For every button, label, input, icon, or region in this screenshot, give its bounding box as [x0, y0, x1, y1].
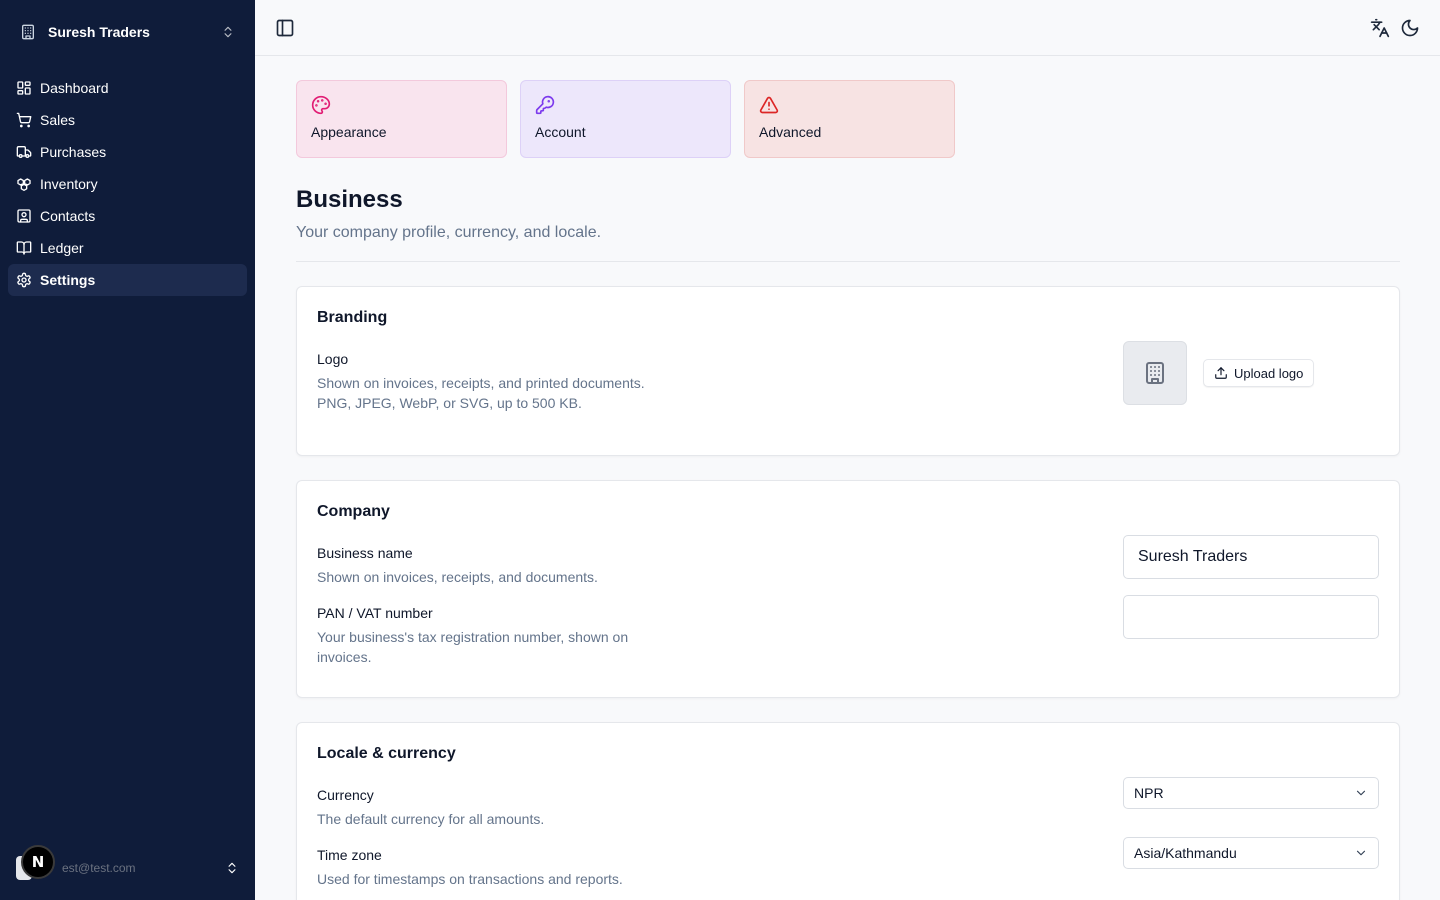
sidebar: Suresh Traders Dashboard Sales Purchases…: [0, 0, 255, 900]
building-icon: [1143, 361, 1167, 385]
field-label: Business name: [317, 545, 413, 561]
field-label: Logo: [317, 351, 349, 367]
truck-icon: [16, 144, 32, 160]
user-email: est@test.com: [62, 861, 136, 875]
main-content: Appearance Account Advanced Business You…: [296, 80, 1400, 900]
timezone-row: Time zone Used for timestamps on transac…: [317, 837, 1379, 889]
section-heading: Company: [317, 503, 390, 520]
upload-logo-button[interactable]: Upload logo: [1203, 359, 1315, 387]
business-name-input[interactable]: [1123, 535, 1379, 579]
currency-select[interactable]: NPR: [1123, 777, 1379, 809]
field-description: The default currency for all amounts.: [317, 811, 545, 827]
divider: [296, 261, 1400, 262]
sidebar-item-label: Ledger: [40, 240, 84, 256]
sidebar-item-label: Dashboard: [40, 80, 109, 96]
sidebar-item-contacts[interactable]: Contacts: [8, 200, 247, 232]
sidebar-item-settings[interactable]: Settings: [8, 264, 247, 296]
org-switcher[interactable]: Suresh Traders: [8, 12, 247, 52]
cart-icon: [16, 112, 32, 128]
chevrons-up-down-icon: [225, 861, 239, 875]
sidebar-item-sales[interactable]: Sales: [8, 104, 247, 136]
dashboard-icon: [16, 80, 32, 96]
sidebar-item-label: Settings: [40, 272, 96, 288]
timezone-value: Asia/Kathmandu: [1134, 845, 1237, 861]
field-description: Shown on invoices, receipts, and printed…: [317, 375, 645, 411]
moon-icon[interactable]: [1400, 18, 1420, 38]
sidebar-item-label: Inventory: [40, 176, 98, 192]
field-label: Currency: [317, 787, 374, 803]
sidebar-item-label: Purchases: [40, 144, 107, 160]
tab-label: Advanced: [759, 124, 822, 140]
chevron-down-icon: [1354, 846, 1368, 860]
chevrons-up-down-icon: [221, 25, 235, 39]
warning-icon: [759, 95, 779, 115]
section-heading: Branding: [317, 309, 388, 326]
logo-placeholder: [1123, 341, 1187, 405]
page-title: Business: [296, 186, 403, 213]
currency-row: Currency The default currency for all am…: [317, 777, 1379, 829]
gear-icon: [16, 272, 32, 288]
tab-label: Appearance: [311, 124, 387, 140]
sidebar-item-label: Contacts: [40, 208, 96, 224]
sidebar-item-inventory[interactable]: Inventory: [8, 168, 247, 200]
sidebar-nav: Dashboard Sales Purchases Inventory Cont…: [8, 72, 247, 296]
company-section: Company Business name Shown on invoices,…: [296, 480, 1400, 698]
org-name: Suresh Traders: [48, 24, 150, 40]
locale-section: Locale & currency Currency The default c…: [296, 722, 1400, 900]
field-description: Your business's tax registration number,…: [317, 629, 629, 665]
sidebar-item-dashboard[interactable]: Dashboard: [8, 72, 247, 104]
palette-icon: [311, 95, 331, 115]
contact-icon: [16, 208, 32, 224]
sidebar-item-label: Sales: [40, 112, 76, 128]
page-subtitle: Your company profile, currency, and loca…: [296, 224, 602, 241]
topbar: [255, 0, 1440, 56]
upload-icon: [1214, 366, 1228, 380]
logo-row: Logo Shown on invoices, receipts, and pr…: [317, 341, 1379, 413]
branding-section: Branding Logo Shown on invoices, receipt…: [296, 286, 1400, 456]
language-icon[interactable]: [1370, 18, 1390, 38]
sidebar-toggle-icon[interactable]: [275, 18, 295, 38]
boxes-icon: [16, 176, 32, 192]
upload-logo-label: Upload logo: [1234, 365, 1304, 381]
tab-appearance[interactable]: Appearance: [296, 80, 507, 158]
sidebar-item-purchases[interactable]: Purchases: [8, 136, 247, 168]
pan-vat-input[interactable]: [1123, 595, 1379, 639]
field-description: Used for timestamps on transactions and …: [317, 871, 623, 887]
section-heading: Locale & currency: [317, 745, 456, 762]
pan-vat-row: PAN / VAT number Your business's tax reg…: [317, 595, 1379, 667]
field-description: Shown on invoices, receipts, and documen…: [317, 569, 598, 585]
tab-account[interactable]: Account: [520, 80, 731, 158]
settings-tabs: Appearance Account Advanced: [296, 80, 1400, 158]
field-label: Time zone: [317, 847, 382, 863]
key-icon: [535, 95, 555, 115]
sidebar-item-ledger[interactable]: Ledger: [8, 232, 247, 264]
chevron-down-icon: [1354, 786, 1368, 800]
business-name-row: Business name Shown on invoices, receipt…: [317, 535, 1379, 587]
currency-value: NPR: [1134, 785, 1164, 801]
devtools-badge[interactable]: N: [21, 845, 55, 879]
field-label: PAN / VAT number: [317, 605, 433, 621]
book-icon: [16, 240, 32, 256]
tab-label: Account: [535, 124, 586, 140]
building-icon: [20, 24, 36, 40]
tab-advanced[interactable]: Advanced: [744, 80, 955, 158]
timezone-select[interactable]: Asia/Kathmandu: [1123, 837, 1379, 869]
